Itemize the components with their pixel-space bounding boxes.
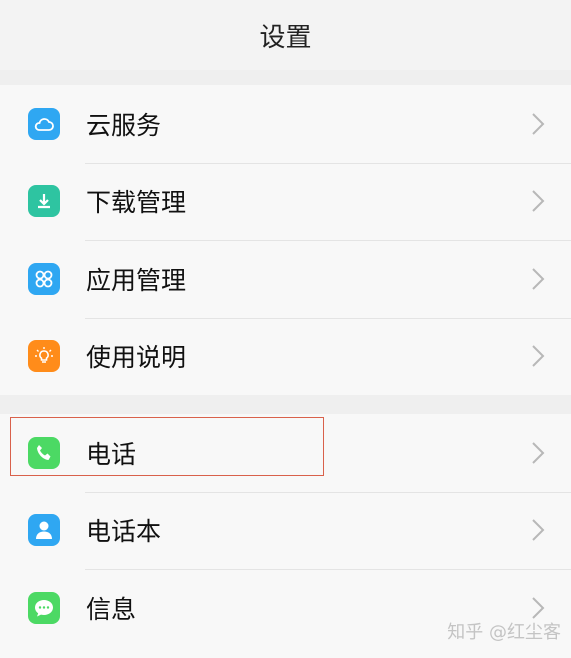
title-bar: 设置 <box>0 0 571 70</box>
page-title: 设置 <box>259 22 312 53</box>
settings-item-label: 电话 <box>86 439 137 469</box>
watermark: 知乎 @红尘客 <box>447 622 561 643</box>
chevron-right-icon <box>532 345 545 367</box>
settings-item-phone[interactable]: 电话 <box>0 414 571 492</box>
settings-item-label: 使用说明 <box>86 343 187 373</box>
settings-item-label: 电话本 <box>86 517 162 547</box>
settings-item-label: 下载管理 <box>86 188 187 218</box>
cloud-icon <box>28 107 60 140</box>
settings-item-download-manager[interactable]: 下载管理 <box>0 162 571 241</box>
chevron-right-icon <box>532 113 545 135</box>
settings-item-label: 信息 <box>86 594 137 624</box>
download-icon <box>28 185 60 218</box>
chevron-right-icon <box>532 190 545 212</box>
settings-item-user-guide[interactable]: 使用说明 <box>0 317 571 396</box>
contacts-icon <box>28 514 60 547</box>
settings-item-contacts[interactable]: 电话本 <box>0 491 571 570</box>
settings-item-label: 应用管理 <box>86 265 187 295</box>
lightbulb-icon <box>28 340 60 373</box>
settings-group-1: 云服务 下载管理 应用管理 使用说明 <box>0 85 571 395</box>
settings-item-app-manager[interactable]: 应用管理 <box>0 240 571 318</box>
settings-item-label: 云服务 <box>86 110 162 140</box>
phone-icon <box>28 436 60 469</box>
chevron-right-icon <box>532 519 545 541</box>
settings-item-cloud-service[interactable]: 云服务 <box>0 85 571 163</box>
apps-icon <box>28 262 60 295</box>
chevron-right-icon <box>532 597 545 619</box>
chevron-right-icon <box>532 442 545 464</box>
chevron-right-icon <box>532 268 545 290</box>
message-icon <box>28 591 60 624</box>
